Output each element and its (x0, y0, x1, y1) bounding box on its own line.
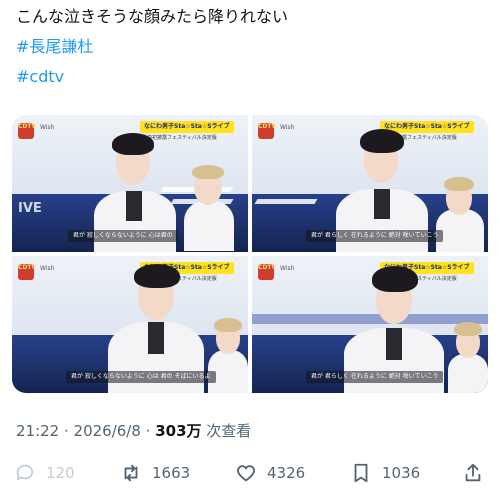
hashtag-link[interactable]: #長尾謙杜 (16, 32, 288, 62)
show-logo-badge: CDTV (258, 123, 276, 139)
media-image[interactable]: CDTV Wish なにわ男子Sta☆Sta☆Sライブ 新曲初披露フェスティバル… (252, 256, 488, 393)
show-logo-badge: CDTV (18, 264, 36, 280)
hashtag-link[interactable]: #cdtv (16, 62, 288, 92)
show-logo-badge: CDTV (258, 264, 276, 280)
lyrics-caption: 君が 君らしく 在れるように 絶対 咲いていこう (306, 230, 444, 242)
background-performer (448, 320, 488, 393)
like-count: 4326 (267, 464, 306, 482)
reply-count: 120 (46, 464, 75, 482)
view-label: 次查看 (201, 422, 252, 440)
lyrics-caption: 君が 寂しくならないように 心は君の (68, 230, 178, 242)
song-title: Wish (280, 265, 295, 272)
repost-count: 1663 (152, 464, 191, 482)
share-icon (465, 463, 481, 482)
background-performer (184, 161, 234, 251)
bookmark-button[interactable]: 1036 (350, 459, 420, 487)
stage-text: IVE (18, 201, 42, 216)
like-button[interactable]: 4326 (235, 459, 305, 487)
share-button[interactable] (462, 459, 494, 487)
show-logo-badge: CDTV (18, 123, 36, 139)
background-performer (436, 173, 484, 252)
reply-button[interactable]: 120 (14, 459, 75, 487)
post-text: こんな泣きそうな顔みたら降りれない (16, 7, 289, 26)
repost-icon (124, 464, 138, 482)
post-body: こんな泣きそうな顔みたら降りれない #長尾謙杜 #cdtv (16, 2, 288, 92)
heart-icon (237, 465, 255, 482)
post-meta: 21:22 · 2026/6/8 · 303万 次查看 (16, 420, 251, 441)
reply-icon (16, 464, 34, 481)
song-title: Wish (280, 124, 295, 131)
media-grid: CDTV Wish なにわ男子Sta☆Sta☆Sライブ 新曲初披露フェスティバル… (12, 115, 488, 393)
lyrics-caption: 君が 君らしく 在れるように 絶対 咲いていこう (306, 371, 444, 383)
action-bar: 120 1663 4326 1036 (0, 455, 500, 491)
media-image[interactable]: CDTV Wish なにわ男子Sta☆Sta☆Sライブ 新曲初披露フェスティバル… (252, 115, 488, 252)
media-image[interactable]: CDTV Wish なにわ男子Sta☆Sta☆Sライブ 新曲初披露フェスティバル… (12, 256, 248, 393)
song-title: Wish (40, 265, 55, 272)
media-image[interactable]: CDTV Wish なにわ男子Sta☆Sta☆Sライブ 新曲初披露フェスティバル… (12, 115, 248, 252)
view-count: 303万 (155, 422, 202, 440)
song-title: Wish (40, 124, 55, 131)
repost-button[interactable]: 1663 (120, 459, 190, 487)
bookmark-count: 1036 (382, 464, 421, 482)
post-timestamp[interactable]: 21:22 · 2026/6/8 · (16, 422, 155, 440)
bookmark-icon (354, 463, 368, 483)
lyrics-caption: 君が 寂しくならないように 心は 君の そばにいるよ (66, 371, 216, 383)
